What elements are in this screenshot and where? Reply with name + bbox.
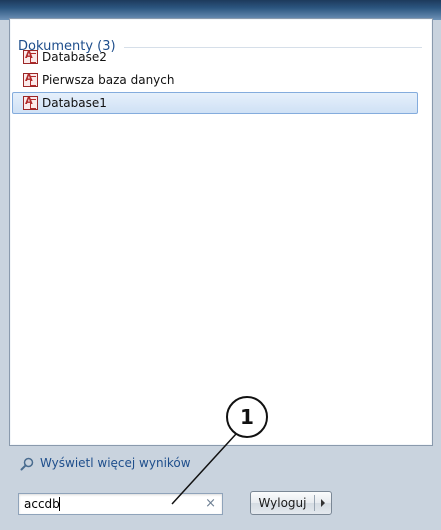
search-input[interactable] (22, 494, 199, 514)
more-results-link[interactable]: Wyświetl więcej wyników (20, 456, 191, 471)
logout-label: Wyloguj (258, 496, 307, 510)
list-item-database2[interactable]: Database2 (18, 46, 418, 68)
list-item-label: Database2 (42, 50, 107, 64)
access-db-icon (23, 50, 38, 64)
list-item-pierwsza-baza-danych[interactable]: Pierwsza baza danych (18, 69, 418, 91)
search-box[interactable]: × (18, 493, 223, 515)
logout-button[interactable]: Wyloguj (250, 491, 332, 515)
magnifier-icon (20, 456, 34, 471)
list-item-label: Database1 (42, 96, 107, 110)
results-list: Database2 Pierwsza baza danych Database1 (12, 46, 418, 115)
clear-search-icon[interactable]: × (205, 496, 216, 512)
list-item-label: Pierwsza baza danych (42, 73, 175, 87)
more-results-label: Wyświetl więcej wyników (40, 456, 191, 470)
text-caret (59, 497, 60, 511)
access-db-icon (23, 96, 38, 110)
chevron-right-icon (321, 499, 325, 507)
callout-badge: 1 (226, 396, 268, 438)
logout-options-button[interactable] (315, 499, 331, 507)
callout-number: 1 (240, 405, 254, 429)
access-db-icon (23, 73, 38, 87)
list-item-database1[interactable]: Database1 (12, 92, 418, 114)
window-top-edge (0, 0, 441, 20)
